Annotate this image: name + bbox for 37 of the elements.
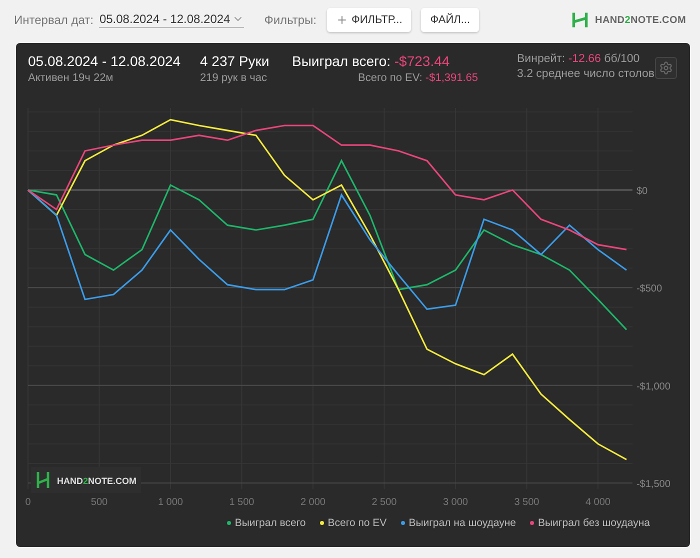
winrate-text: Винрейт: -12.66 бб/100	[517, 53, 640, 65]
date-range-dropdown[interactable]: 05.08.2024 - 12.08.2024	[99, 12, 244, 28]
x-axis-label: 1 500	[229, 497, 254, 508]
x-axis-label: 3 000	[442, 497, 468, 508]
y-axis-label: -$1,500	[636, 479, 670, 490]
total-won-text: Выиграл всего: -$723.44	[292, 53, 450, 69]
logo-text: HAND2NOTE.COM	[595, 14, 686, 26]
watermark-text: HAND2NOTE.COM	[57, 476, 137, 486]
legend-item[interactable]: Выиграл без шоудауна	[530, 517, 650, 529]
x-axis-label: 3 500	[514, 497, 540, 508]
logo-icon	[36, 470, 50, 490]
y-axis-label: $0	[636, 186, 648, 197]
x-axis-label: 2 000	[300, 497, 326, 508]
logo-icon	[571, 11, 590, 29]
gear-icon	[658, 61, 672, 75]
legend-item[interactable]: Выиграл всего	[226, 517, 306, 529]
x-axis-label: 0	[25, 497, 31, 508]
settings-button[interactable]	[654, 57, 676, 79]
x-axis-label: 1 000	[158, 497, 183, 508]
y-axis-label: -$500	[636, 284, 662, 295]
plus-icon	[336, 14, 348, 26]
y-axis-label: -$1,000	[636, 381, 670, 392]
x-axis-label: 2 500	[372, 497, 397, 508]
ev-total-text: Всего по EV: -$1,391.65	[358, 72, 478, 84]
x-axis-label: 500	[90, 497, 108, 508]
legend-item[interactable]: Выиграл на шоудауне	[400, 517, 516, 529]
legend-item[interactable]: Всего по EV	[320, 517, 387, 529]
hands-count: 4 237 Руки	[200, 53, 270, 69]
x-axis-label: 4 000	[585, 497, 610, 508]
date-range-label: Интервал дат:	[14, 13, 94, 27]
filters-label: Фильтры:	[264, 13, 317, 27]
hands-rate-text: 219 рук в час	[200, 72, 268, 84]
add-filter-button[interactable]: ФИЛЬТР...	[326, 8, 412, 32]
file-button[interactable]: ФАЙЛ...	[421, 8, 480, 32]
active-time-text: Активен 19ч 22м	[28, 72, 114, 84]
tables-text: 3.2 среднее число столов	[517, 68, 654, 80]
period-text: 05.08.2024 - 12.08.2024	[28, 53, 181, 69]
